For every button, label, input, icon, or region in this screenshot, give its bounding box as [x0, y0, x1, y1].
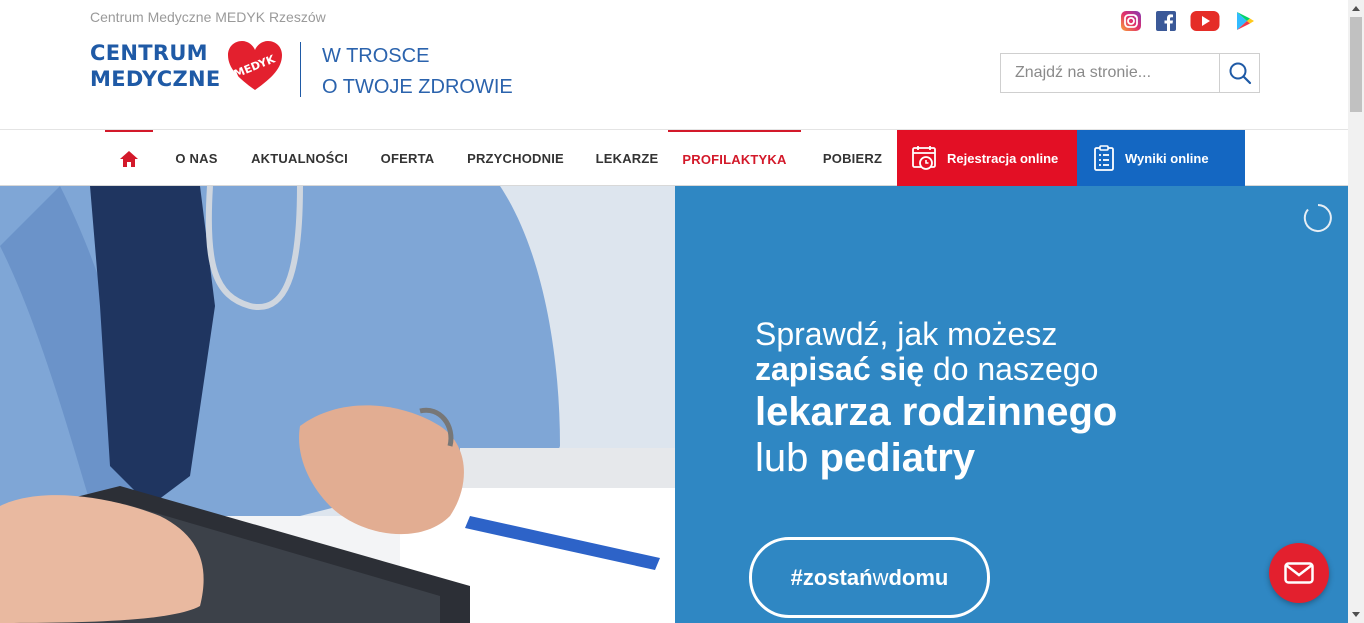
envelope-icon: [1284, 562, 1314, 584]
hashtag-mid: w: [872, 564, 889, 590]
site-header: Centrum Medyczne MEDYK Rzeszów CENTRUM M…: [0, 0, 1348, 130]
main-nav: O NAS AKTUALNOŚCI OFERTA PRZYCHODNIE LEK…: [0, 130, 1348, 186]
hero-line-2: zapisać się do naszego: [755, 351, 1098, 387]
nav-item-przychodnie[interactable]: PRZYCHODNIE: [458, 130, 573, 186]
logo-line-2: MEDYCZNE: [90, 67, 221, 91]
scroll-up-arrow-icon[interactable]: [1348, 0, 1364, 17]
google-play-icon[interactable]: [1233, 9, 1257, 33]
logo[interactable]: CENTRUM MEDYCZNE MEDYK: [90, 40, 290, 98]
hero-line-4: lub pediatry: [755, 435, 975, 481]
site-name: Centrum Medyczne MEDYK Rzeszów: [90, 9, 326, 25]
clipboard-list-icon: [1094, 145, 1114, 171]
search-icon: [1229, 62, 1251, 85]
results-online-label: Wyniki online: [1125, 150, 1209, 166]
logo-line-1: CENTRUM: [90, 41, 208, 65]
nav-home[interactable]: [105, 130, 153, 186]
hashtag-pre: #zostań: [790, 564, 873, 590]
slider-loader-icon: [1303, 204, 1332, 232]
registration-online-label: Rejestracja online: [947, 150, 1059, 166]
tagline: W TROSCE O TWOJE ZDROWIE: [322, 41, 513, 103]
scroll-thumb[interactable]: [1350, 17, 1362, 112]
contact-chat-button[interactable]: [1269, 543, 1329, 603]
hero-line-2-bold: zapisać się: [755, 351, 924, 387]
hero-line-4-light: lub: [755, 436, 820, 480]
page-scrollbar[interactable]: [1348, 0, 1364, 623]
instagram-icon[interactable]: [1119, 9, 1143, 33]
facebook-icon[interactable]: [1154, 9, 1178, 33]
hero-line-2-rest: do naszego: [924, 351, 1099, 387]
logo-divider: [300, 42, 301, 97]
logo-text: CENTRUM MEDYCZNE: [90, 40, 221, 92]
search-input[interactable]: [1001, 54, 1219, 92]
hashtag-post: domu: [888, 564, 949, 590]
search-button[interactable]: [1219, 54, 1259, 92]
search-box: [1000, 53, 1260, 93]
nav-item-profilaktyka[interactable]: PROFILAKTYKA: [668, 130, 801, 186]
home-icon: [120, 151, 138, 167]
nav-item-o-nas[interactable]: O NAS: [164, 130, 229, 186]
heart-logo-icon: MEDYK: [228, 41, 282, 90]
tagline-line-2: O TWOJE ZDROWIE: [322, 76, 513, 98]
hero-line-1: Sprawdź, jak możesz: [755, 316, 1058, 352]
nav-item-lekarze[interactable]: LEKARZE: [587, 130, 667, 186]
nav-item-pobierz[interactable]: POBIERZ: [813, 130, 892, 186]
nav-item-aktualnosci[interactable]: AKTUALNOŚCI: [242, 130, 357, 186]
calendar-clock-icon: [912, 146, 936, 170]
youtube-icon[interactable]: [1189, 9, 1221, 33]
hero-doctor-photo: [0, 186, 675, 623]
hero-line-4-bold: pediatry: [819, 436, 976, 480]
nav-item-oferta[interactable]: OFERTA: [371, 130, 444, 186]
results-online-button[interactable]: Wyniki online: [1077, 130, 1245, 186]
tagline-line-1: W TROSCE: [322, 45, 430, 67]
hero-line-3: lekarza rodzinnego: [755, 390, 1118, 434]
scroll-down-arrow-icon[interactable]: [1348, 606, 1364, 623]
hashtag-badge: #zostań w domu: [749, 537, 990, 618]
registration-online-button[interactable]: Rejestracja online: [897, 130, 1077, 186]
hero-slider[interactable]: [0, 186, 1348, 623]
